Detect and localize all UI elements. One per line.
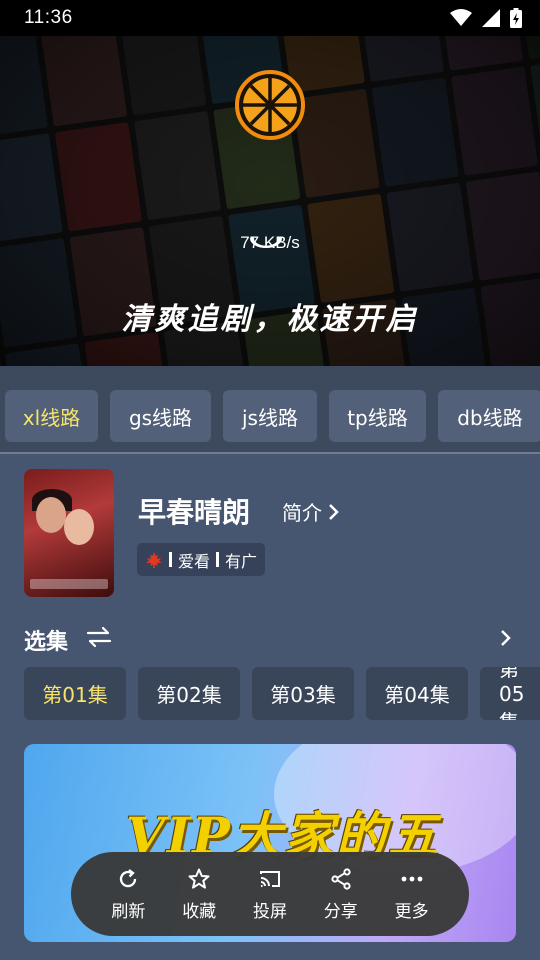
star-icon — [188, 868, 210, 889]
download-speed: 77 KB/s — [240, 233, 300, 252]
cast-label: 投屏 — [252, 901, 287, 922]
favorite-label: 收藏 — [182, 901, 217, 922]
refresh-button[interactable]: 刷新 — [93, 852, 164, 936]
orange-logo-icon — [235, 70, 305, 140]
signal-icon — [482, 9, 500, 27]
intro-link[interactable]: 简介 — [282, 497, 340, 526]
more-label: 更多 — [394, 901, 429, 922]
share-icon — [331, 867, 351, 890]
episode-chip-03[interactable]: 第03集 — [252, 667, 354, 720]
route-chip-tp[interactable]: tp线路 — [329, 390, 426, 442]
route-selector: xl线路 gs线路 js线路 tp线路 db线路 — [0, 366, 540, 454]
route-chip-gs[interactable]: gs线路 — [110, 390, 211, 442]
sort-swap-icon[interactable] — [86, 626, 112, 648]
refresh-label: 刷新 — [111, 901, 146, 922]
tag-item: 有广 — [225, 551, 258, 571]
show-title: 早春晴朗 — [138, 496, 251, 529]
wifi-icon — [450, 9, 472, 26]
refresh-icon — [120, 868, 137, 887]
status-time: 11:36 — [24, 7, 73, 28]
action-toolbar: 刷新 收藏 投屏 分享 更多 — [71, 852, 469, 936]
more-dots-icon — [401, 876, 422, 881]
status-bar: 11:36 — [0, 0, 540, 36]
route-chip-db[interactable]: db线路 — [438, 390, 540, 442]
more-button[interactable]: 更多 — [376, 852, 447, 936]
share-label: 分享 — [323, 901, 358, 922]
chevron-right-icon — [329, 503, 339, 520]
maple-leaf-icon — [146, 551, 162, 568]
route-chip-xl[interactable]: xl线路 — [5, 390, 98, 442]
cast-button[interactable]: 投屏 — [235, 852, 306, 936]
battery-charging-icon — [510, 8, 522, 28]
share-button[interactable]: 分享 — [305, 852, 376, 936]
hero-banner: 77 KB/s 清爽追剧，极速开启 — [0, 36, 540, 366]
episode-chip-02[interactable]: 第02集 — [138, 667, 240, 720]
episode-chip-05[interactable]: 第05集 — [480, 667, 540, 720]
intro-label: 简介 — [282, 501, 322, 525]
episodes-heading: 选集 — [24, 630, 69, 655]
episodes-more-chevron-icon[interactable] — [498, 628, 514, 648]
show-poster — [24, 469, 114, 597]
episode-chip-01[interactable]: 第01集 — [24, 667, 126, 720]
tag-item: 爱看 — [178, 551, 211, 571]
favorite-button[interactable]: 收藏 — [164, 852, 235, 936]
episode-chip-04[interactable]: 第04集 — [366, 667, 468, 720]
show-tags: 爱看 有广 — [137, 543, 266, 576]
route-chip-js[interactable]: js线路 — [223, 390, 317, 442]
cast-icon — [259, 870, 280, 887]
hero-slogan: 清爽追剧，极速开启 — [121, 302, 419, 337]
